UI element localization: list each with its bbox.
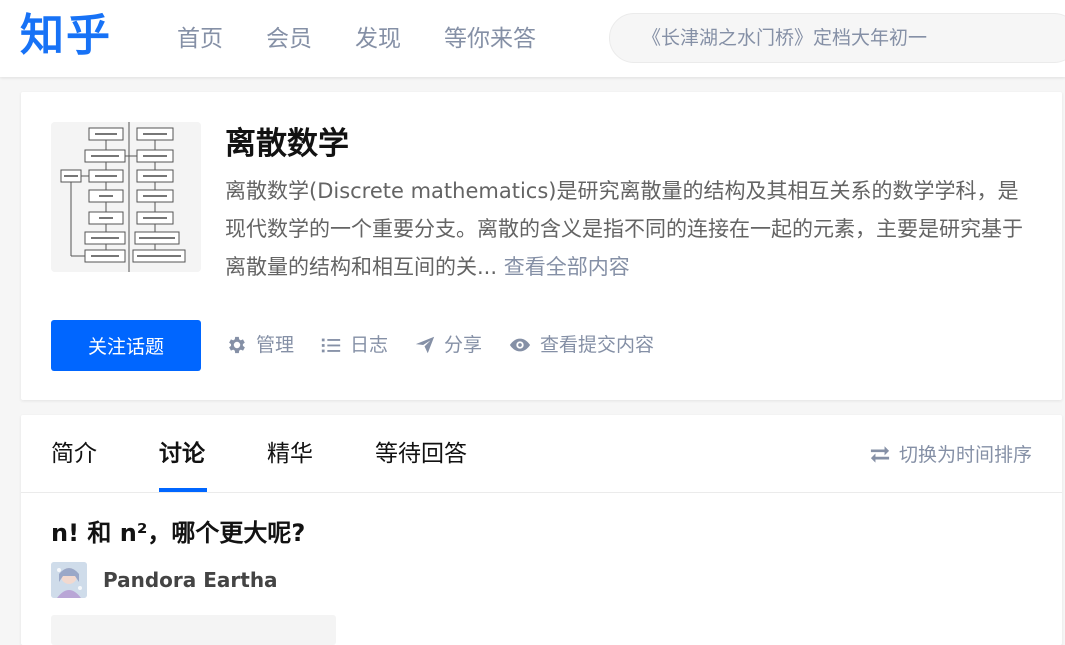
nav-membership[interactable]: 会员 (266, 22, 312, 56)
manage-button[interactable]: 管理 (226, 330, 294, 360)
list-icon (321, 338, 341, 353)
search-box (609, 13, 1065, 63)
avatar-image (51, 562, 87, 598)
share-plane-icon (415, 336, 435, 354)
view-all-link[interactable]: 查看全部内容 (504, 255, 630, 279)
follow-topic-button[interactable]: 关注话题 (51, 320, 201, 371)
question-title[interactable]: n! 和 n²，哪个更大呢? (51, 515, 305, 551)
topic-tabs: 简介 讨论 精华 等待回答 切换为时间排序 (21, 415, 1062, 493)
swap-arrows-icon (870, 445, 890, 463)
view-submissions-button[interactable]: 查看提交内容 (508, 330, 654, 360)
topic-title: 离散数学 (225, 126, 349, 162)
gear-icon (229, 336, 245, 354)
nav-discover[interactable]: 发现 (355, 22, 401, 56)
author-info: Pandora Eartha (51, 562, 278, 598)
author-name[interactable]: Pandora Eartha (103, 568, 278, 592)
nav-waiting-answers[interactable]: 等你来答 (444, 22, 536, 56)
topic-description: 离散数学(Discrete mathematics)是研究离散量的结构及其相互关… (225, 172, 1025, 286)
zhihu-logo[interactable]: 知乎 (20, 10, 112, 62)
share-label: 分享 (444, 334, 483, 356)
manage-label: 管理 (256, 334, 295, 356)
discussion-card: 简介 讨论 精华 等待回答 切换为时间排序 n! 和 n²，哪个更大呢? Pan… (21, 415, 1062, 645)
answer-thumbnail[interactable] (51, 615, 336, 645)
sort-toggle-button[interactable]: 切换为时间排序 (869, 440, 1032, 467)
search-input[interactable] (642, 27, 1062, 49)
share-button[interactable]: 分享 (414, 330, 482, 360)
topic-card: 离散数学 离散数学(Discrete mathematics)是研究离散量的结构… (21, 92, 1062, 400)
active-tab-indicator (159, 488, 207, 492)
eye-icon (509, 338, 531, 352)
view-submissions-label: 查看提交内容 (540, 334, 655, 356)
tab-intro[interactable]: 简介 (51, 437, 97, 471)
tab-discussion[interactable]: 讨论 (159, 437, 205, 471)
topic-actions: 管理 日志 分享 查看提交内容 (226, 330, 680, 360)
top-header: 知乎 首页 会员 发现 等你来答 (0, 0, 1065, 77)
log-button[interactable]: 日志 (320, 330, 388, 360)
sort-toggle-label: 切换为时间排序 (898, 444, 1032, 466)
log-label: 日志 (350, 334, 389, 356)
main-nav: 首页 会员 发现 等你来答 (177, 22, 579, 56)
tab-featured[interactable]: 精华 (267, 437, 313, 471)
flowchart-image (51, 122, 201, 272)
topic-thumbnail[interactable] (51, 122, 201, 272)
avatar[interactable] (51, 562, 87, 598)
tab-waiting-answers[interactable]: 等待回答 (375, 437, 467, 471)
nav-home[interactable]: 首页 (177, 22, 223, 56)
